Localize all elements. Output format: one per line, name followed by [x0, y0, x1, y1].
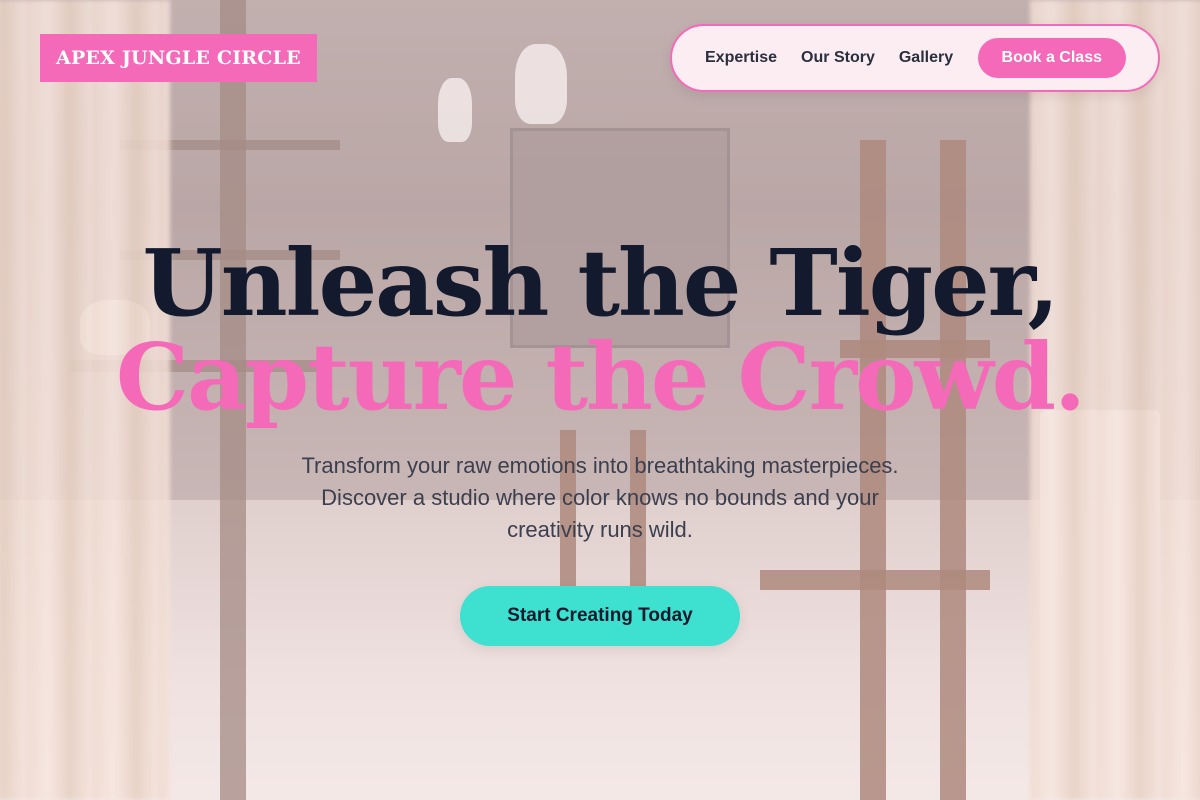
nav-link-our-story[interactable]: Our Story	[801, 49, 875, 67]
nav-link-gallery[interactable]: Gallery	[899, 49, 953, 67]
logo-text: APEX JUNGLE CIRCLE	[56, 47, 301, 69]
main-nav: Expertise Our Story Gallery Book a Class	[670, 24, 1160, 92]
site-logo[interactable]: APEX JUNGLE CIRCLE	[40, 34, 317, 82]
hero-title: Unleash the Tiger, Capture the Crowd.	[0, 236, 1200, 424]
hero-title-line1: Unleash the Tiger,	[142, 229, 1060, 337]
book-class-button[interactable]: Book a Class	[977, 38, 1126, 78]
hero-subtitle: Transform your raw emotions into breatht…	[301, 453, 899, 542]
start-creating-button[interactable]: Start Creating Today	[460, 586, 740, 646]
hero-title-line2: Capture the Crowd.	[115, 323, 1086, 431]
nav-link-expertise[interactable]: Expertise	[705, 49, 777, 67]
